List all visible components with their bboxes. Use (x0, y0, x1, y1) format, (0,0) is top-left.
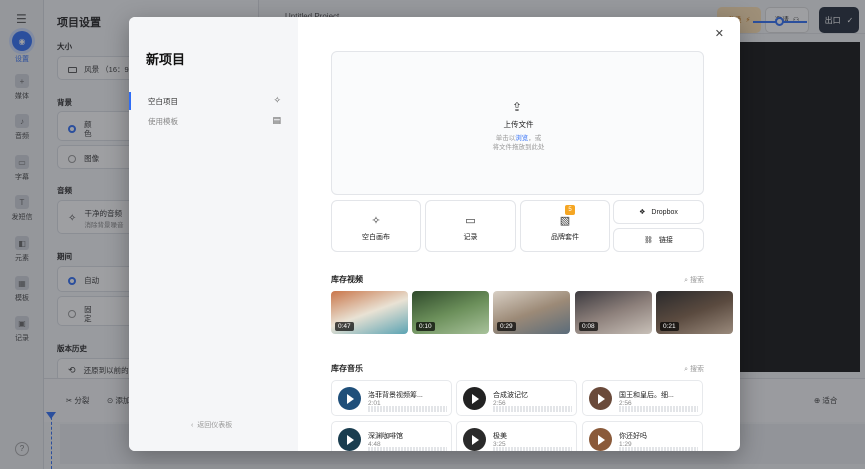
stock-video-thumb[interactable]: 0:21 (656, 291, 733, 334)
dialog-sidebar: 新项目 空白项目 ✧ 使用模板 ▤ ‹ 返回仪表板 (129, 17, 298, 451)
stock-video-thumb[interactable]: 0:10 (412, 291, 489, 334)
brand-kit-icon: ▧ (559, 215, 571, 227)
dropbox-button[interactable]: ❖ Dropbox (613, 200, 704, 224)
music-track[interactable]: 深渊咖啡馆 4:48 (331, 421, 452, 451)
music-title: 合成波记忆 (493, 392, 528, 399)
waveform (368, 447, 447, 451)
option-label: 记录 (463, 234, 478, 241)
video-duration: 0:08 (579, 322, 598, 331)
upload-title: 上传文件 (503, 120, 534, 129)
music-play-icon[interactable] (338, 387, 361, 410)
video-duration: 0:21 (660, 322, 679, 331)
stock-music-title: 库存音乐 (331, 364, 363, 373)
music-title: 极美 (493, 433, 507, 440)
music-play-icon[interactable] (589, 428, 612, 451)
chevron-left-icon: ‹ (191, 422, 194, 429)
waveform (619, 447, 698, 451)
sparkle-icon: ✧ (273, 95, 281, 105)
music-track[interactable]: 极美 3:25 (456, 421, 577, 451)
video-duration: 0:10 (416, 322, 435, 331)
stock-videos-title: 库存视频 (331, 275, 363, 284)
stock-video-thumb[interactable]: 0:08 (575, 291, 652, 334)
music-title: 国王和皇后。细... (619, 392, 674, 399)
waveform (368, 406, 447, 412)
upload-hint-drag: 将文件拖放到此处 (492, 144, 545, 151)
music-title: 你还好吗 (619, 433, 647, 440)
blank-canvas-button[interactable]: ✧ 空白画布 (331, 200, 421, 252)
stock-music-search[interactable]: ⌕ 搜索 (684, 364, 704, 374)
video-duration: 0:29 (497, 322, 516, 331)
upload-icon: ⇪ (512, 100, 523, 114)
side-item-blank-project[interactable]: 空白项目 ✧ (129, 92, 298, 110)
template-icon: ▤ (272, 115, 281, 125)
stock-videos-search[interactable]: ⌕ 搜索 (684, 275, 704, 285)
search-icon: ⌕ (684, 277, 689, 284)
search-label: 搜索 (690, 366, 704, 373)
side-item-use-template[interactable]: 使用模板 ▤ (129, 112, 298, 130)
option-label: 空白画布 (362, 234, 390, 241)
record-button[interactable]: ▭ 记录 (425, 200, 516, 252)
music-track[interactable]: 你还好吗 1:29 (582, 421, 703, 451)
side-item-label: 使用模板 (148, 117, 178, 126)
brand-kit-badge: 5 (565, 205, 575, 215)
music-track[interactable]: 洛菲背景视频筹... 2:01 (331, 380, 452, 416)
search-icon: ⌕ (684, 366, 689, 373)
side-item-label: 空白项目 (148, 97, 178, 106)
video-camera-icon: ▭ (465, 215, 476, 227)
video-duration: 0:47 (335, 322, 354, 331)
back-to-dashboard-link[interactable]: ‹ 返回仪表板 (191, 420, 232, 430)
link-icon: ⛓ (644, 237, 653, 244)
dialog-title: 新项目 (146, 52, 186, 67)
link-button[interactable]: ⛓ 链接 (613, 228, 704, 252)
music-title: 洛菲背景视频筹... (368, 392, 423, 399)
back-label: 返回仪表板 (197, 422, 233, 429)
waveform (619, 406, 698, 412)
music-play-icon[interactable] (463, 428, 486, 451)
waveform (493, 447, 572, 451)
music-track[interactable]: 国王和皇后。细... 2:56 (582, 380, 703, 416)
dropbox-icon: ❖ (639, 209, 646, 216)
option-label: Dropbox (651, 208, 678, 216)
upload-dropzone[interactable]: ⇪ 上传文件 单击以浏览，或 将文件拖放到此处 (331, 51, 704, 195)
search-label: 搜索 (690, 277, 704, 284)
new-project-dialog: 新项目 空白项目 ✧ 使用模板 ▤ ‹ 返回仪表板 ✕ ⇪ 上传文件 单击以浏览… (129, 17, 740, 451)
sparkle-icon: ✧ (371, 215, 381, 227)
music-play-icon[interactable] (338, 428, 361, 451)
stock-video-thumb[interactable]: 0:29 (493, 291, 570, 334)
music-track[interactable]: 合成波记忆 2:56 (456, 380, 577, 416)
music-title: 深渊咖啡馆 (368, 433, 403, 440)
waveform (493, 406, 572, 412)
option-label: 品牌套件 (551, 234, 579, 241)
stock-video-thumb[interactable]: 0:47 (331, 291, 408, 334)
music-play-icon[interactable] (589, 387, 612, 410)
option-label: 链接 (658, 237, 673, 244)
music-play-icon[interactable] (463, 387, 486, 410)
close-icon[interactable]: ✕ (715, 27, 724, 40)
